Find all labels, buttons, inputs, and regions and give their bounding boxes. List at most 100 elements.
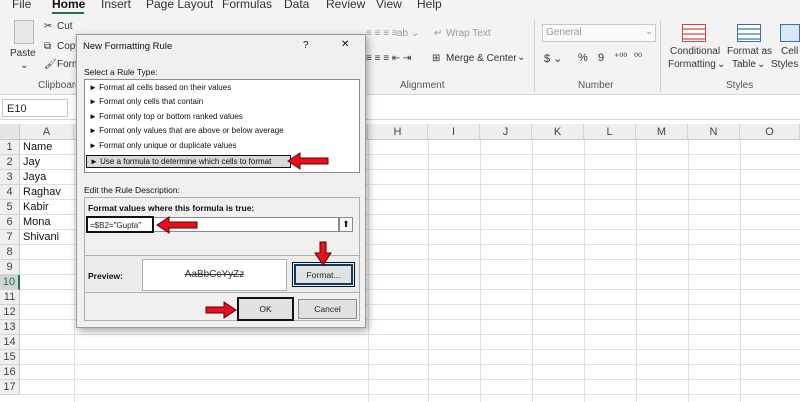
menu-formulas[interactable]: Formulas xyxy=(222,0,272,11)
column-header-j[interactable]: J xyxy=(480,124,532,140)
column-header-m[interactable]: M xyxy=(636,124,688,140)
menu-file[interactable]: File xyxy=(12,0,31,11)
row-header[interactable]: 17 xyxy=(0,380,20,395)
row-header[interactable]: 6 xyxy=(0,215,20,230)
column-header-n[interactable]: N xyxy=(688,124,740,140)
row-gridline xyxy=(20,379,800,380)
merge-center-button[interactable]: Merge & Center xyxy=(446,53,517,64)
rule-type-item[interactable]: ► Format only cells that contain xyxy=(89,97,203,106)
row-header-selected[interactable]: 10 xyxy=(0,275,20,290)
column-header-i[interactable]: I xyxy=(428,124,480,140)
ok-button[interactable]: OK xyxy=(237,297,294,321)
row-header[interactable]: 2 xyxy=(0,155,20,170)
format-as-table-label-1[interactable]: Format as xyxy=(727,46,772,57)
rule-type-item-label: ► Use a formula to determine which cells… xyxy=(90,157,272,166)
cell-a6[interactable]: Mona xyxy=(23,215,51,230)
row-header[interactable]: 1 xyxy=(0,140,20,155)
conditional-formatting-label-2[interactable]: Formatting xyxy=(668,59,716,70)
number-format-dropdown[interactable]: General ⌄ xyxy=(542,24,656,42)
column-header-label: L xyxy=(606,126,613,138)
row-header[interactable]: 15 xyxy=(0,350,20,365)
close-icon[interactable]: ✕ xyxy=(341,39,349,50)
column-gridline xyxy=(74,140,75,402)
menu-bar: File Home Insert Page Layout Formulas Da… xyxy=(0,0,800,14)
right-arrow-icon xyxy=(205,301,237,319)
cell-styles-label-1[interactable]: Cell xyxy=(781,46,798,57)
row-header[interactable]: 7 xyxy=(0,230,20,245)
comma-icon[interactable]: 9 xyxy=(598,52,604,64)
row-header[interactable]: 12 xyxy=(0,305,20,320)
wrap-text-button[interactable]: Wrap Text xyxy=(446,28,491,39)
row-header[interactable]: 11 xyxy=(0,290,20,305)
menu-home[interactable]: Home xyxy=(52,0,85,11)
column-header-l[interactable]: L xyxy=(584,124,636,140)
row-header[interactable]: 13 xyxy=(0,320,20,335)
cell-styles-label-2[interactable]: Styles xyxy=(771,59,798,70)
chevron-down-icon[interactable]: ⌄ xyxy=(757,59,765,70)
row-header[interactable]: 8 xyxy=(0,245,20,260)
menu-review[interactable]: Review xyxy=(326,0,365,11)
menu-insert[interactable]: Insert xyxy=(101,0,131,11)
format-as-table-icon[interactable] xyxy=(737,24,761,42)
column-header-label: K xyxy=(553,126,562,138)
cell-a3[interactable]: Jaya xyxy=(23,170,46,185)
select-rule-type-label: Select a Rule Type: xyxy=(84,67,158,77)
cancel-button[interactable]: Cancel xyxy=(298,299,357,319)
column-gridline xyxy=(740,140,741,402)
menu-data[interactable]: Data xyxy=(284,0,309,11)
name-box[interactable]: E10 xyxy=(2,99,68,117)
cell-a4[interactable]: Raghav xyxy=(23,185,61,200)
row-header[interactable]: 14 xyxy=(0,335,20,350)
orientation-icon[interactable]: ab ⌄ xyxy=(397,28,419,39)
row-header[interactable]: 16 xyxy=(0,365,20,380)
paste-button[interactable]: Paste xyxy=(10,48,36,59)
row-header[interactable]: 4 xyxy=(0,185,20,200)
cell-a5[interactable]: Kabir xyxy=(23,200,49,215)
percent-icon[interactable]: % xyxy=(578,52,588,64)
collapse-dialog-button[interactable]: ⬆ xyxy=(339,217,353,232)
column-header-o[interactable]: O xyxy=(740,124,800,140)
cell-a7[interactable]: Shivani xyxy=(23,230,59,245)
alignment-top-icons: ≡ ≡ ≡ ≡ xyxy=(366,28,398,39)
column-header-label: H xyxy=(393,126,402,138)
column-header-h[interactable]: H xyxy=(368,124,428,140)
rule-type-item[interactable]: ► Format only unique or duplicate values xyxy=(89,141,237,150)
chevron-down-icon[interactable]: ⌄ xyxy=(717,59,725,70)
menu-help[interactable]: Help xyxy=(417,0,442,11)
column-header-label: M xyxy=(656,126,667,138)
conditional-formatting-label-1[interactable]: Conditional xyxy=(670,46,720,57)
row-header[interactable]: 5 xyxy=(0,200,20,215)
column-header-label: N xyxy=(709,126,718,138)
column-header-a[interactable]: A xyxy=(20,124,74,140)
paste-icon[interactable] xyxy=(14,20,34,44)
rule-type-item-selected[interactable]: ► Use a formula to determine which cells… xyxy=(86,155,291,168)
row-header[interactable]: 9 xyxy=(0,260,20,275)
conditional-formatting-icon[interactable] xyxy=(682,24,706,42)
column-gridline xyxy=(688,140,689,402)
cell-styles-icon[interactable] xyxy=(780,24,800,42)
rule-type-item[interactable]: ► Format all cells based on their values xyxy=(89,83,231,92)
decrease-decimal-icon[interactable]: ⁰⁰ xyxy=(634,52,642,63)
increase-decimal-icon[interactable]: ⁺⁰⁰ xyxy=(614,52,627,63)
left-arrow-icon xyxy=(156,216,198,234)
column-gridline xyxy=(584,140,585,402)
cell-a1[interactable]: Name xyxy=(23,140,52,155)
copy-icon: ⧉ xyxy=(44,41,52,52)
cut-button[interactable]: Cut xyxy=(57,21,73,32)
row-header[interactable]: 3 xyxy=(0,170,20,185)
help-button[interactable]: ? xyxy=(303,40,309,51)
chevron-down-icon[interactable]: ⌄ xyxy=(517,52,525,63)
column-header-k[interactable]: K xyxy=(532,124,584,140)
menu-view[interactable]: View xyxy=(376,0,402,11)
select-all-corner[interactable] xyxy=(0,124,20,140)
format-as-table-label-2[interactable]: Table xyxy=(732,59,756,70)
cell-a2[interactable]: Jay xyxy=(23,155,40,170)
currency-icon[interactable]: $ ⌄ xyxy=(544,52,562,65)
rule-type-item[interactable]: ► Format only values that are above or b… xyxy=(89,126,284,135)
rule-type-item[interactable]: ► Format only top or bottom ranked value… xyxy=(89,112,243,121)
preview-label: Preview: xyxy=(88,271,123,281)
preview-sample: AaBbCcYyZz xyxy=(142,259,287,291)
chevron-down-icon[interactable]: ⌄ xyxy=(20,60,28,71)
format-button[interactable]: Format... xyxy=(292,262,355,287)
menu-page-layout[interactable]: Page Layout xyxy=(146,0,213,11)
